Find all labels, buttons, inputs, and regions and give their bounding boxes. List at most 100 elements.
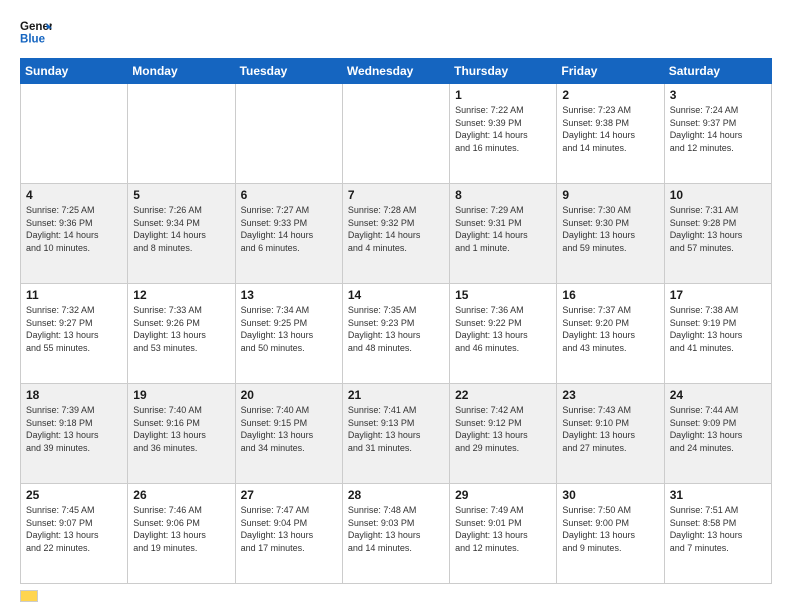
- daylight-legend-box: [20, 590, 38, 602]
- day-info: Sunrise: 7:22 AM Sunset: 9:39 PM Dayligh…: [455, 104, 551, 154]
- calendar-cell: 4Sunrise: 7:25 AM Sunset: 9:36 PM Daylig…: [21, 184, 128, 284]
- day-number: 3: [670, 88, 766, 102]
- calendar-cell: [342, 84, 449, 184]
- calendar-cell: 28 Sunrise: 7:48 AM Sunset: 9:03 PM Dayli…: [342, 484, 449, 584]
- day-number: 21: [348, 388, 444, 402]
- day-info: Sunrise: 7:36 AM Sunset: 9:22 PM Dayligh…: [455, 304, 551, 354]
- calendar-week-row: 4Sunrise: 7:25 AM Sunset: 9:36 PM Daylig…: [21, 184, 772, 284]
- calendar-cell: 30 Sunrise: 7:50 AM Sunset: 9:00 PM Dayli…: [557, 484, 664, 584]
- day-number: 24: [670, 388, 766, 402]
- calendar-cell: 29 Sunrise: 7:49 AM Sunset: 9:01 PM Dayli…: [450, 484, 557, 584]
- calendar-cell: 3 Sunrise: 7:24 AM Sunset: 9:37 PM Daylig…: [664, 84, 771, 184]
- calendar-cell: [128, 84, 235, 184]
- day-info: Sunrise: 7:26 AM Sunset: 9:34 PM Dayligh…: [133, 204, 229, 254]
- calendar-cell: 2Sunrise: 7:23 AM Sunset: 9:38 PM Daylig…: [557, 84, 664, 184]
- weekday-header-friday: Friday: [557, 59, 664, 84]
- day-info: Sunrise: 7:45 AM Sunset: 9:07 PM Dayligh…: [26, 504, 122, 554]
- logo: General Blue: [20, 16, 52, 48]
- day-info: Sunrise: 7:28 AM Sunset: 9:32 PM Dayligh…: [348, 204, 444, 254]
- day-info: Sunrise: 7:39 AM Sunset: 9:18 PM Dayligh…: [26, 404, 122, 454]
- day-info: Sunrise: 7:48 AM Sunset: 9:03 PM Dayligh…: [348, 504, 444, 554]
- day-number: 2: [562, 88, 658, 102]
- calendar-cell: 17Sunrise: 7:38 AM Sunset: 9:19 PM Dayli…: [664, 284, 771, 384]
- day-number: 28: [348, 488, 444, 502]
- day-number: 26: [133, 488, 229, 502]
- calendar-cell: 22 Sunrise: 7:42 AM Sunset: 9:12 PM Dayli…: [450, 384, 557, 484]
- day-info: Sunrise: 7:29 AM Sunset: 9:31 PM Dayligh…: [455, 204, 551, 254]
- day-info: Sunrise: 7:35 AM Sunset: 9:23 PM Dayligh…: [348, 304, 444, 354]
- day-number: 31: [670, 488, 766, 502]
- calendar-cell: 6Sunrise: 7:27 AM Sunset: 9:33 PM Daylig…: [235, 184, 342, 284]
- calendar-cell: 21 Sunrise: 7:41 AM Sunset: 9:13 PM Dayli…: [342, 384, 449, 484]
- calendar-cell: 24 Sunrise: 7:44 AM Sunset: 9:09 PM Dayli…: [664, 384, 771, 484]
- calendar-cell: 8 Sunrise: 7:29 AM Sunset: 9:31 PM Daylig…: [450, 184, 557, 284]
- day-number: 19: [133, 388, 229, 402]
- calendar-cell: 10Sunrise: 7:31 AM Sunset: 9:28 PM Dayli…: [664, 184, 771, 284]
- calendar-cell: 11 Sunrise: 7:32 AM Sunset: 9:27 PM Dayli…: [21, 284, 128, 384]
- svg-text:Blue: Blue: [20, 34, 46, 46]
- logo-icon: General Blue: [20, 16, 52, 48]
- day-number: 13: [241, 288, 337, 302]
- calendar-cell: 23 Sunrise: 7:43 AM Sunset: 9:10 PM Dayli…: [557, 384, 664, 484]
- day-info: Sunrise: 7:34 AM Sunset: 9:25 PM Dayligh…: [241, 304, 337, 354]
- calendar-cell: 12 Sunrise: 7:33 AM Sunset: 9:26 PM Dayli…: [128, 284, 235, 384]
- calendar-cell: 1Sunrise: 7:22 AM Sunset: 9:39 PM Daylig…: [450, 84, 557, 184]
- day-info: Sunrise: 7:43 AM Sunset: 9:10 PM Dayligh…: [562, 404, 658, 454]
- calendar-cell: 13 Sunrise: 7:34 AM Sunset: 9:25 PM Dayli…: [235, 284, 342, 384]
- day-number: 18: [26, 388, 122, 402]
- weekday-header-saturday: Saturday: [664, 59, 771, 84]
- day-info: Sunrise: 7:25 AM Sunset: 9:36 PM Dayligh…: [26, 204, 122, 254]
- calendar-cell: 15 Sunrise: 7:36 AM Sunset: 9:22 PM Dayli…: [450, 284, 557, 384]
- day-number: 20: [241, 388, 337, 402]
- calendar-week-row: 18 Sunrise: 7:39 AM Sunset: 9:18 PM Dayli…: [21, 384, 772, 484]
- day-info: Sunrise: 7:51 AM Sunset: 8:58 PM Dayligh…: [670, 504, 766, 554]
- day-number: 29: [455, 488, 551, 502]
- day-number: 22: [455, 388, 551, 402]
- header: General Blue: [20, 16, 772, 48]
- calendar-cell: 25Sunrise: 7:45 AM Sunset: 9:07 PM Dayli…: [21, 484, 128, 584]
- day-number: 27: [241, 488, 337, 502]
- weekday-header-monday: Monday: [128, 59, 235, 84]
- page: General Blue SundayMondayTuesdayWednesda…: [0, 0, 792, 612]
- day-number: 5: [133, 188, 229, 202]
- weekday-header-thursday: Thursday: [450, 59, 557, 84]
- weekday-header-sunday: Sunday: [21, 59, 128, 84]
- calendar-table: SundayMondayTuesdayWednesdayThursdayFrid…: [20, 58, 772, 584]
- day-info: Sunrise: 7:24 AM Sunset: 9:37 PM Dayligh…: [670, 104, 766, 154]
- weekday-header-row: SundayMondayTuesdayWednesdayThursdayFrid…: [21, 59, 772, 84]
- day-info: Sunrise: 7:31 AM Sunset: 9:28 PM Dayligh…: [670, 204, 766, 254]
- day-info: Sunrise: 7:50 AM Sunset: 9:00 PM Dayligh…: [562, 504, 658, 554]
- calendar-week-row: 25Sunrise: 7:45 AM Sunset: 9:07 PM Dayli…: [21, 484, 772, 584]
- day-info: Sunrise: 7:47 AM Sunset: 9:04 PM Dayligh…: [241, 504, 337, 554]
- day-number: 6: [241, 188, 337, 202]
- calendar-cell: 16Sunrise: 7:37 AM Sunset: 9:20 PM Dayli…: [557, 284, 664, 384]
- calendar-cell: [235, 84, 342, 184]
- day-info: Sunrise: 7:44 AM Sunset: 9:09 PM Dayligh…: [670, 404, 766, 454]
- day-info: Sunrise: 7:49 AM Sunset: 9:01 PM Dayligh…: [455, 504, 551, 554]
- day-info: Sunrise: 7:33 AM Sunset: 9:26 PM Dayligh…: [133, 304, 229, 354]
- calendar-week-row: 11 Sunrise: 7:32 AM Sunset: 9:27 PM Dayli…: [21, 284, 772, 384]
- calendar-cell: 5 Sunrise: 7:26 AM Sunset: 9:34 PM Daylig…: [128, 184, 235, 284]
- day-number: 23: [562, 388, 658, 402]
- day-number: 11: [26, 288, 122, 302]
- calendar-cell: 19Sunrise: 7:40 AM Sunset: 9:16 PM Dayli…: [128, 384, 235, 484]
- calendar-cell: 14 Sunrise: 7:35 AM Sunset: 9:23 PM Dayli…: [342, 284, 449, 384]
- day-number: 15: [455, 288, 551, 302]
- day-info: Sunrise: 7:40 AM Sunset: 9:15 PM Dayligh…: [241, 404, 337, 454]
- weekday-header-wednesday: Wednesday: [342, 59, 449, 84]
- calendar-cell: 7Sunrise: 7:28 AM Sunset: 9:32 PM Daylig…: [342, 184, 449, 284]
- day-info: Sunrise: 7:42 AM Sunset: 9:12 PM Dayligh…: [455, 404, 551, 454]
- day-number: 30: [562, 488, 658, 502]
- day-number: 9: [562, 188, 658, 202]
- day-info: Sunrise: 7:30 AM Sunset: 9:30 PM Dayligh…: [562, 204, 658, 254]
- day-number: 12: [133, 288, 229, 302]
- calendar-cell: 18 Sunrise: 7:39 AM Sunset: 9:18 PM Dayli…: [21, 384, 128, 484]
- day-number: 17: [670, 288, 766, 302]
- calendar-cell: 20 Sunrise: 7:40 AM Sunset: 9:15 PM Dayli…: [235, 384, 342, 484]
- calendar-cell: 9 Sunrise: 7:30 AM Sunset: 9:30 PM Daylig…: [557, 184, 664, 284]
- day-number: 8: [455, 188, 551, 202]
- calendar-cell: [21, 84, 128, 184]
- day-number: 14: [348, 288, 444, 302]
- day-info: Sunrise: 7:32 AM Sunset: 9:27 PM Dayligh…: [26, 304, 122, 354]
- day-info: Sunrise: 7:41 AM Sunset: 9:13 PM Dayligh…: [348, 404, 444, 454]
